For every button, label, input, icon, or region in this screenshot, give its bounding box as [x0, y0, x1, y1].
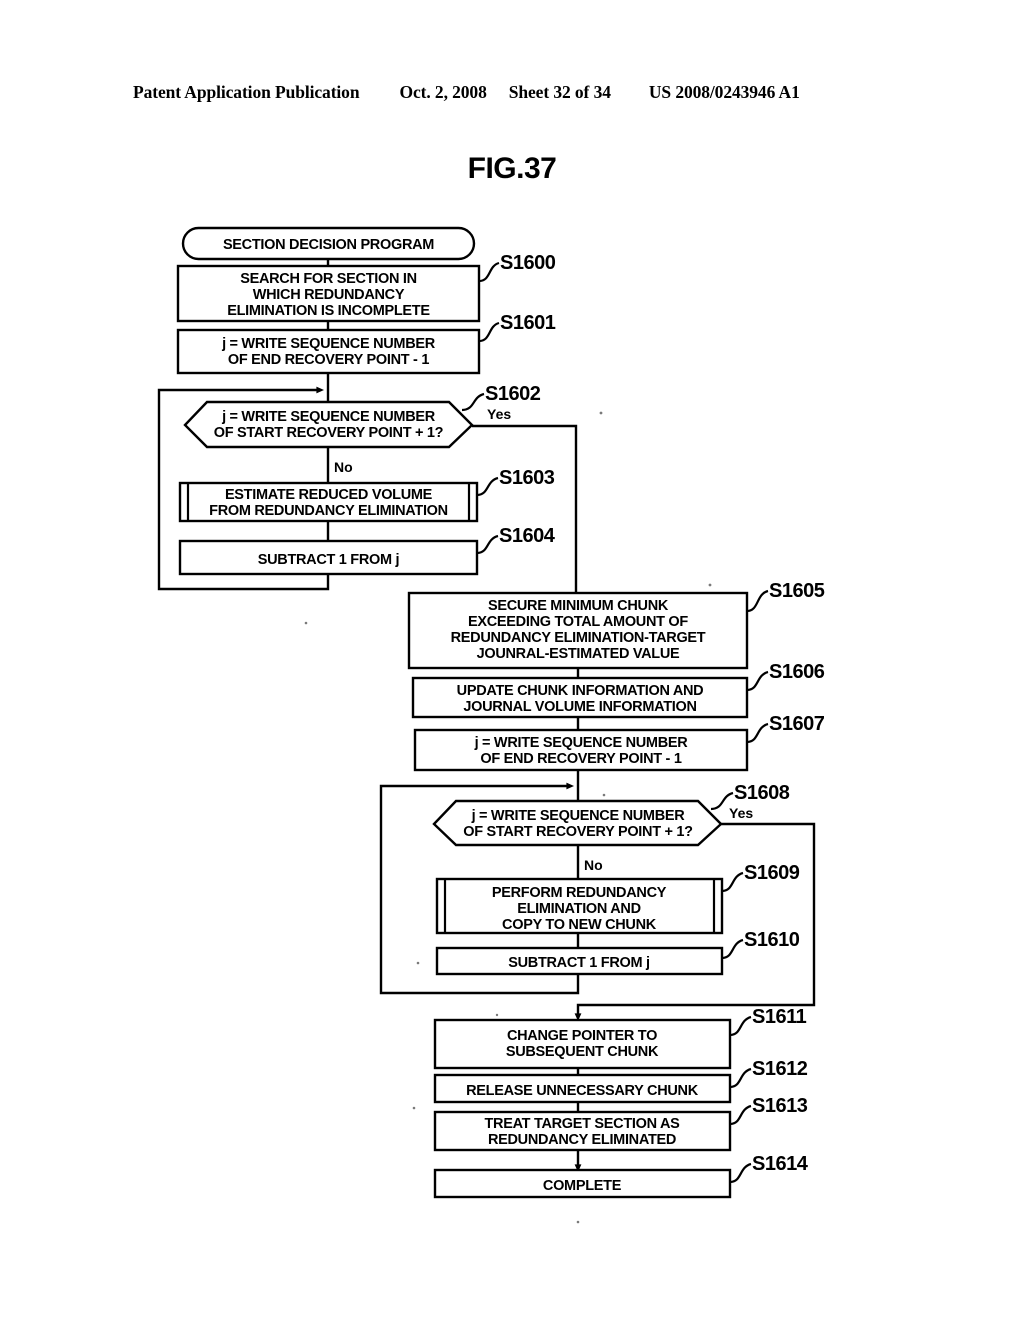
node-s1612[interactable]: RELEASE UNNECESSARY CHUNK — [433, 1073, 732, 1104]
node-s1602[interactable]: j = WRITE SEQUENCE NUMBER OF START RECOV… — [183, 400, 474, 449]
step-label-s1607: S1607 — [769, 713, 825, 735]
branch-label-s1608-no: No — [584, 857, 603, 873]
node-s1609-line-0: PERFORM REDUNDANCY — [492, 885, 667, 901]
node-s1601[interactable]: j = WRITE SEQUENCE NUMBER OF END RECOVER… — [176, 328, 481, 375]
node-s1605[interactable]: SECURE MINIMUM CHUNK EXCEEDING TOTAL AMO… — [407, 591, 749, 670]
leader-s1605 — [746, 589, 769, 613]
leader-s1602 — [461, 392, 485, 412]
node-s1613-line-1: REDUNDANCY ELIMINATED — [488, 1132, 676, 1148]
step-label-s1601: S1601 — [500, 312, 556, 334]
branch-label-s1602-no: No — [334, 459, 353, 475]
step-label-s1605: S1605 — [769, 580, 825, 602]
node-s1601-line-1: OF END RECOVERY POINT - 1 — [228, 352, 429, 368]
node-s1603-line-0: ESTIMATE REDUCED VOLUME — [225, 487, 433, 503]
node-s1604-line-0: SUBTRACT 1 FROM j — [258, 552, 400, 568]
node-s1607-line-0: j = WRITE SEQUENCE NUMBER — [474, 735, 689, 751]
node-s1608[interactable]: j = WRITE SEQUENCE NUMBER OF START RECOV… — [432, 799, 723, 847]
node-s1601-line-0: j = WRITE SEQUENCE NUMBER — [221, 336, 436, 352]
leader-s1601 — [478, 321, 500, 343]
node-s1602-line-0: j = WRITE SEQUENCE NUMBER — [221, 409, 436, 425]
node-s1605-line-0: SECURE MINIMUM CHUNK — [488, 598, 669, 614]
node-s1608-line-0: j = WRITE SEQUENCE NUMBER — [471, 808, 686, 824]
patent-page: Patent Application Publication Oct. 2, 2… — [0, 0, 1024, 1320]
node-s1603-line-1: FROM REDUNDANCY ELIMINATION — [209, 503, 448, 519]
step-label-s1606: S1606 — [769, 661, 825, 683]
leader-s1609 — [721, 871, 744, 893]
leader-s1612 — [729, 1067, 752, 1089]
node-s1606-line-0: UPDATE CHUNK INFORMATION AND — [457, 683, 704, 699]
node-s1603[interactable]: ESTIMATE REDUCED VOLUME FROM REDUNDANCY … — [178, 481, 479, 523]
leader-s1603 — [476, 476, 499, 497]
node-s1600[interactable]: SEARCH FOR SECTION IN WHICH REDUNDANCY E… — [176, 264, 481, 323]
node-s1607-line-1: OF END RECOVERY POINT - 1 — [480, 751, 681, 767]
node-s1606[interactable]: UPDATE CHUNK INFORMATION AND JOURNAL VOL… — [411, 676, 749, 719]
node-s1614[interactable]: COMPLETE — [433, 1168, 732, 1199]
node-start-line-0: SECTION DECISION PROGRAM — [223, 237, 434, 253]
node-s1609-line-1: ELIMINATION AND — [517, 901, 641, 917]
flowchart-diagram: SECTION DECISION PROGRAM SEARCH FOR SECT… — [157, 226, 825, 1224]
node-s1605-line-1: EXCEEDING TOTAL AMOUNT OF — [468, 614, 688, 630]
leader-s1613 — [729, 1104, 752, 1126]
leader-s1600 — [478, 261, 500, 283]
conn-s1602-yes — [472, 424, 578, 593]
node-s1605-line-3: JOUNRAL-ESTIMATED VALUE — [477, 646, 680, 662]
node-s1610[interactable]: SUBTRACT 1 FROM j — [435, 946, 724, 976]
node-s1600-line-1: WHICH REDUNDANCY — [253, 287, 405, 303]
branch-label-s1608-yes: Yes — [729, 805, 753, 821]
node-s1602-line-1: OF START RECOVERY POINT + 1? — [214, 425, 444, 441]
node-s1606-line-1: JOURNAL VOLUME INFORMATION — [463, 699, 696, 715]
node-start[interactable]: SECTION DECISION PROGRAM — [181, 226, 476, 261]
node-s1611-line-0: CHANGE POINTER TO — [507, 1028, 657, 1044]
step-label-s1613: S1613 — [752, 1095, 808, 1117]
node-s1609-line-2: COPY TO NEW CHUNK — [502, 917, 657, 933]
leader-s1610 — [721, 938, 744, 960]
leader-s1614 — [729, 1162, 752, 1184]
node-s1600-line-2: ELIMINATION IS INCOMPLETE — [227, 303, 430, 319]
node-s1612-line-0: RELEASE UNNECESSARY CHUNK — [466, 1083, 699, 1099]
node-s1607[interactable]: j = WRITE SEQUENCE NUMBER OF END RECOVER… — [413, 728, 749, 772]
step-label-s1603: S1603 — [499, 467, 555, 489]
step-label-s1609: S1609 — [744, 862, 800, 884]
step-label-s1608: S1608 — [734, 782, 790, 804]
step-label-s1611: S1611 — [752, 1006, 807, 1028]
node-s1608-line-1: OF START RECOVERY POINT + 1? — [463, 824, 693, 840]
node-s1613-line-0: TREAT TARGET SECTION AS — [484, 1116, 680, 1132]
step-label-s1604: S1604 — [499, 525, 556, 547]
leader-s1611 — [729, 1015, 752, 1037]
node-s1600-line-0: SEARCH FOR SECTION IN — [240, 271, 417, 287]
step-label-s1610: S1610 — [744, 929, 800, 951]
node-s1610-line-0: SUBTRACT 1 FROM j — [508, 955, 650, 971]
branch-label-s1602-yes: Yes — [487, 406, 511, 422]
step-label-s1612: S1612 — [752, 1058, 808, 1080]
node-s1611[interactable]: CHANGE POINTER TO SUBSEQUENT CHUNK — [433, 1018, 732, 1070]
node-s1611-line-1: SUBSEQUENT CHUNK — [506, 1044, 659, 1060]
node-s1609[interactable]: PERFORM REDUNDANCY ELIMINATION AND COPY … — [435, 877, 724, 935]
node-s1614-line-0: COMPLETE — [543, 1178, 622, 1194]
leader-s1606 — [746, 670, 769, 692]
step-label-s1600: S1600 — [500, 252, 556, 274]
node-s1613[interactable]: TREAT TARGET SECTION AS REDUNDANCY ELIMI… — [433, 1110, 732, 1152]
leader-s1604 — [476, 534, 499, 555]
node-s1604[interactable]: SUBTRACT 1 FROM j — [178, 539, 479, 576]
step-label-s1614: S1614 — [752, 1153, 809, 1175]
leader-s1607 — [746, 722, 769, 744]
step-label-s1602: S1602 — [485, 383, 541, 405]
node-s1605-line-2: REDUNDANCY ELIMINATION-TARGET — [451, 630, 706, 646]
